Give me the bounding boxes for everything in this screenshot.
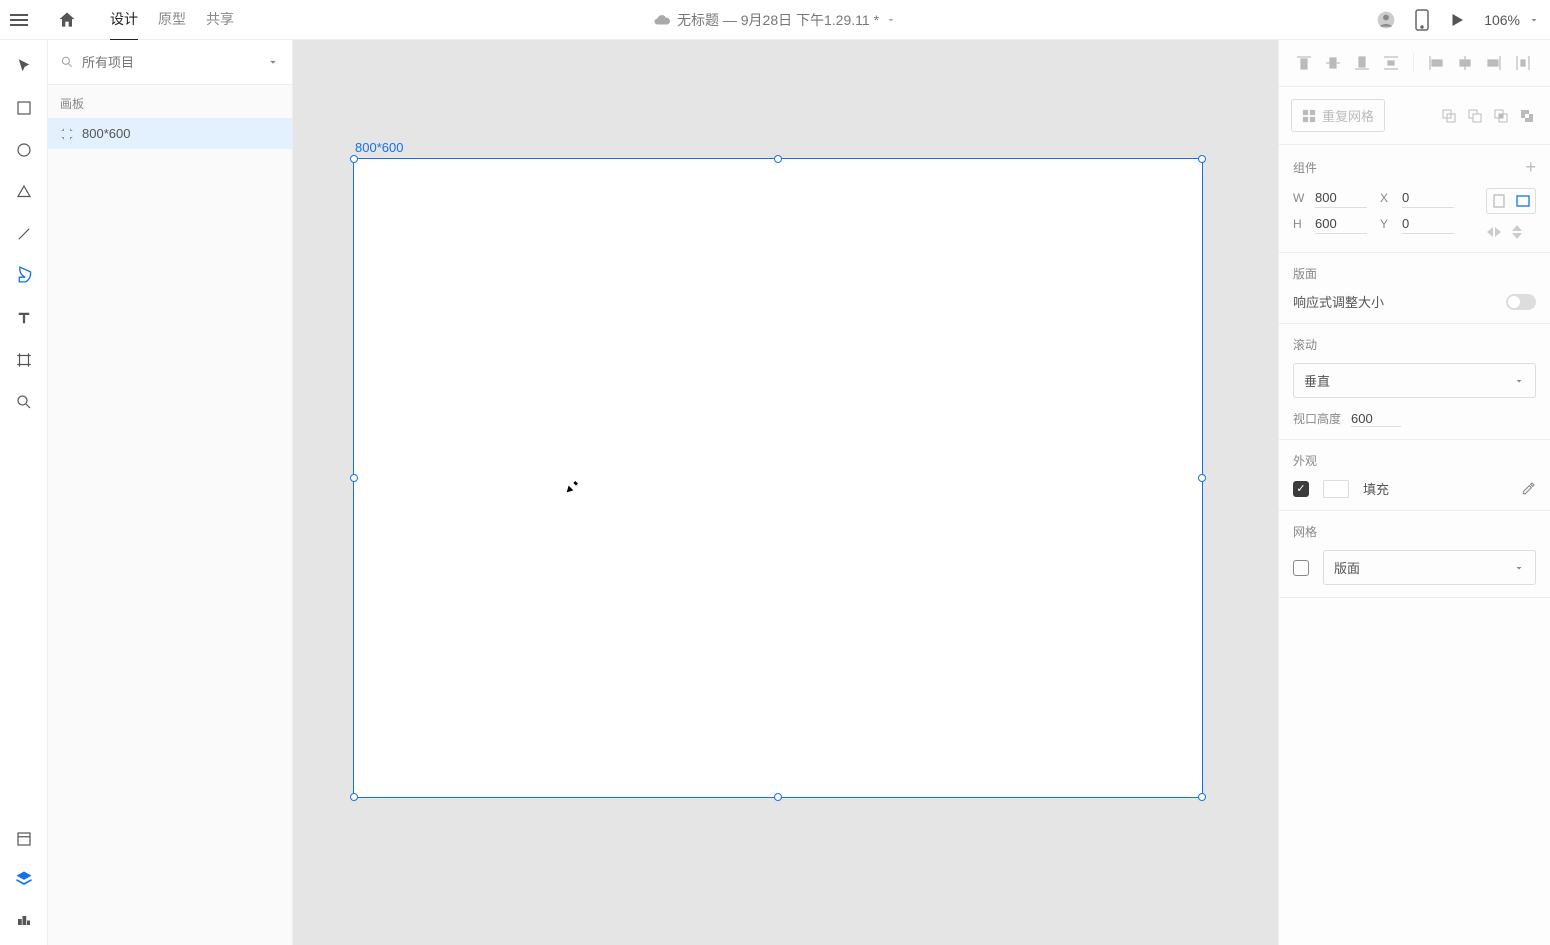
ellipse-tool[interactable] <box>8 134 40 166</box>
y-input[interactable] <box>1402 214 1454 234</box>
boolean-add-icon[interactable] <box>1438 105 1460 127</box>
align-bottom-icon[interactable] <box>1349 50 1375 76</box>
portrait-icon[interactable] <box>1487 189 1511 213</box>
search-icon <box>60 55 74 69</box>
rectangle-tool[interactable] <box>8 92 40 124</box>
scroll-section: 滚动 垂直 视口高度 <box>1279 324 1550 440</box>
responsive-toggle[interactable] <box>1506 294 1536 310</box>
hamburger-menu-button[interactable] <box>10 8 34 32</box>
grid-section: 网格 版面 <box>1279 511 1550 598</box>
fill-label: 填充 <box>1363 479 1389 498</box>
repeat-grid-row: 重复网格 <box>1279 87 1550 145</box>
fill-checkbox[interactable]: ✓ <box>1293 481 1309 497</box>
properties-panel: 重复网格 组件 + W X H Y <box>1278 40 1550 945</box>
select-tool[interactable] <box>8 50 40 82</box>
selection-handle[interactable] <box>350 793 358 801</box>
chevron-down-icon[interactable] <box>266 55 280 69</box>
width-input[interactable] <box>1315 188 1367 208</box>
align-left-icon[interactable] <box>1423 50 1449 76</box>
artboard[interactable] <box>353 158 1203 798</box>
layers-panel: 画板 800*600 <box>48 40 293 945</box>
selection-handle[interactable] <box>774 155 782 163</box>
plugins-panel-button[interactable] <box>8 903 40 935</box>
grid-checkbox[interactable] <box>1293 560 1309 576</box>
distribute-h-icon[interactable] <box>1510 50 1536 76</box>
text-tool[interactable] <box>8 302 40 334</box>
distribute-v-icon[interactable] <box>1378 50 1404 76</box>
appearance-section: 外观 ✓ 填充 <box>1279 440 1550 511</box>
repeat-grid-button[interactable]: 重复网格 <box>1291 99 1385 132</box>
grid-icon <box>1302 109 1316 123</box>
tab-design[interactable]: 设计 <box>110 0 138 41</box>
flip-vertical-icon[interactable] <box>1510 224 1524 240</box>
canvas[interactable]: 800*600 <box>293 40 1278 945</box>
align-top-icon[interactable] <box>1291 50 1317 76</box>
selection-handle[interactable] <box>1198 155 1206 163</box>
selection-handle[interactable] <box>1198 474 1206 482</box>
align-right-icon[interactable] <box>1481 50 1507 76</box>
selection-handle[interactable] <box>774 793 782 801</box>
cloud-icon <box>653 11 671 29</box>
selection-handle[interactable] <box>1198 793 1206 801</box>
eyedropper-icon[interactable] <box>1520 481 1536 497</box>
artboard-icon <box>60 127 74 141</box>
zoom-level[interactable]: 106% <box>1484 12 1540 28</box>
document-title[interactable]: 无标题 — 9月28日 下午1.29.11 * <box>653 10 897 30</box>
home-button[interactable] <box>52 10 82 30</box>
tab-prototype[interactable]: 原型 <box>158 0 186 41</box>
responsive-label: 响应式调整大小 <box>1293 292 1384 311</box>
grid-type-select[interactable]: 版面 <box>1323 550 1536 585</box>
layer-item-label: 800*600 <box>82 126 130 141</box>
layout-label: 版面 <box>1293 265 1317 282</box>
chevron-down-icon <box>1513 375 1525 387</box>
line-tool[interactable] <box>8 218 40 250</box>
boolean-subtract-icon[interactable] <box>1464 105 1486 127</box>
artboard-tool[interactable] <box>8 344 40 376</box>
boolean-intersect-icon[interactable] <box>1490 105 1512 127</box>
selection-handle[interactable] <box>350 155 358 163</box>
boolean-exclude-icon[interactable] <box>1516 105 1538 127</box>
flip-horizontal-icon[interactable] <box>1486 225 1502 239</box>
artboards-section-label: 画板 <box>48 85 292 118</box>
chevron-down-icon <box>1513 562 1525 574</box>
align-vcenter-icon[interactable] <box>1320 50 1346 76</box>
layers-panel-button[interactable] <box>8 863 40 895</box>
appearance-label: 外观 <box>1293 452 1317 469</box>
component-section: 组件 + W X H Y <box>1279 145 1550 253</box>
chevron-down-icon <box>1528 14 1540 26</box>
selection-handle[interactable] <box>350 474 358 482</box>
grid-label: 网格 <box>1293 523 1317 540</box>
layer-item-artboard[interactable]: 800*600 <box>48 118 292 149</box>
user-avatar-icon[interactable] <box>1376 10 1396 30</box>
polygon-tool[interactable] <box>8 176 40 208</box>
scroll-label: 滚动 <box>1293 336 1317 353</box>
fill-color-swatch[interactable] <box>1323 480 1349 498</box>
layer-search-input[interactable] <box>82 55 258 70</box>
pen-tool[interactable] <box>8 260 40 292</box>
assets-panel-button[interactable] <box>8 823 40 855</box>
layout-section: 版面 响应式调整大小 <box>1279 253 1550 324</box>
viewport-height-input[interactable] <box>1351 411 1401 427</box>
add-component-button[interactable]: + <box>1525 157 1536 178</box>
artboard-name-label[interactable]: 800*600 <box>355 140 403 155</box>
top-bar: 设计 原型 共享 无标题 — 9月28日 下午1.29.11 * 106% <box>0 0 1550 40</box>
pen-cursor-icon <box>564 479 580 495</box>
height-input[interactable] <box>1315 214 1367 234</box>
zoom-tool[interactable] <box>8 386 40 418</box>
landscape-icon[interactable] <box>1511 189 1535 213</box>
search-row[interactable] <box>48 40 292 85</box>
scroll-select[interactable]: 垂直 <box>1293 363 1536 398</box>
component-label: 组件 <box>1293 159 1317 176</box>
toolbar <box>0 40 48 945</box>
align-row <box>1279 40 1550 87</box>
tab-share[interactable]: 共享 <box>206 0 234 41</box>
play-icon[interactable] <box>1448 11 1466 29</box>
align-hcenter-icon[interactable] <box>1452 50 1478 76</box>
x-input[interactable] <box>1402 188 1454 208</box>
orientation-toggle[interactable] <box>1486 188 1536 214</box>
device-preview-icon[interactable] <box>1414 9 1430 31</box>
viewport-height-label: 视口高度 <box>1293 410 1341 427</box>
chevron-down-icon <box>885 14 897 26</box>
